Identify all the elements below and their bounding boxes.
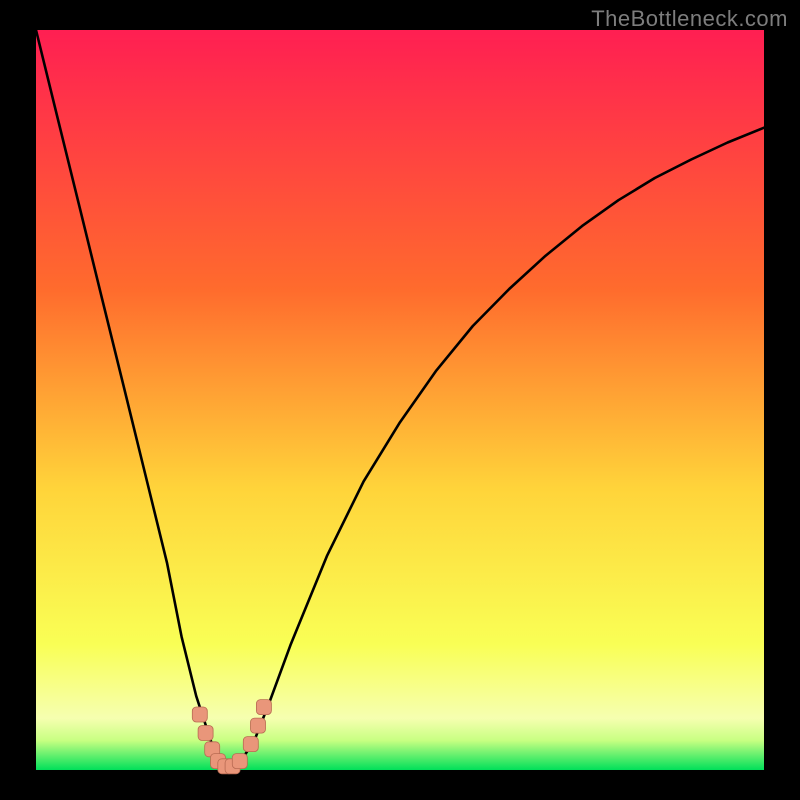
curve-marker bbox=[251, 718, 266, 733]
curve-marker bbox=[232, 754, 247, 769]
curve-marker bbox=[256, 700, 271, 715]
watermark-text: TheBottleneck.com bbox=[591, 6, 788, 32]
curve-marker bbox=[243, 737, 258, 752]
curve-marker bbox=[192, 707, 207, 722]
plot-background bbox=[36, 30, 764, 770]
bottleneck-chart bbox=[0, 0, 800, 800]
curve-marker bbox=[198, 726, 213, 741]
chart-frame: TheBottleneck.com bbox=[0, 0, 800, 800]
